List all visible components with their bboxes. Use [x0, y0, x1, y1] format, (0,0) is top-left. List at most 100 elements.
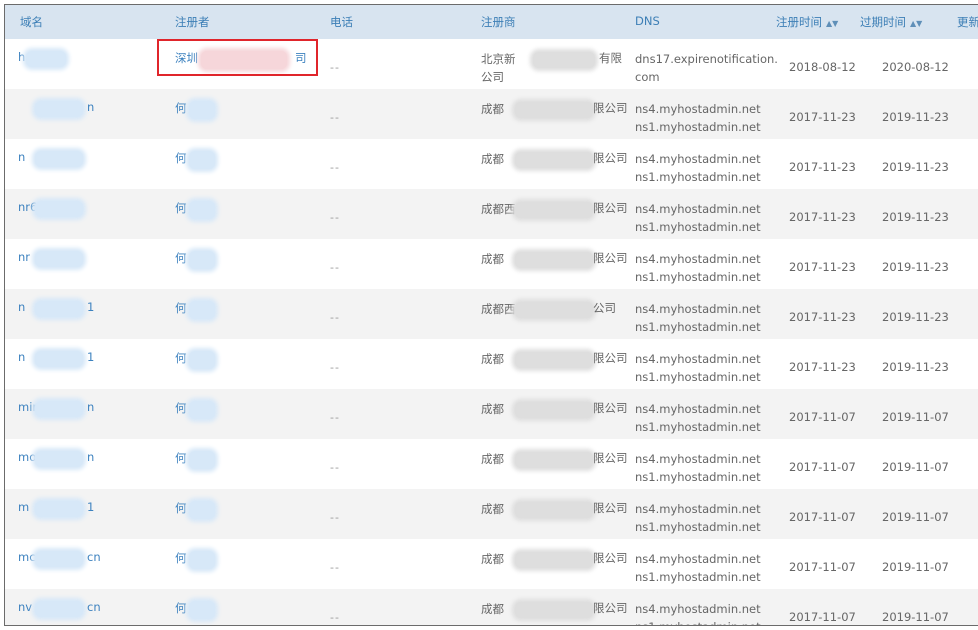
- registrant-link[interactable]: 何: [175, 200, 187, 216]
- registration-date: 2017-11-23: [789, 260, 856, 274]
- domain-link[interactable]: n: [18, 350, 25, 364]
- blur-mask: [35, 351, 83, 367]
- registrar-tail: 公司: [593, 301, 616, 315]
- table-header: 域名 注册者 电话 注册商 DNS 注册时间 ▲▼ 过期时间 ▲▼ 更新: [5, 5, 978, 39]
- registrant-link[interactable]: 何: [175, 100, 187, 116]
- domain-link[interactable]: mc: [18, 550, 36, 564]
- domain-tail[interactable]: 1: [87, 300, 94, 314]
- registration-date: 2017-11-23: [789, 210, 856, 224]
- domain-link[interactable]: nv: [18, 600, 32, 614]
- registrar-value: 成都西: [481, 302, 516, 316]
- blur-mask: [515, 552, 593, 568]
- domain-link[interactable]: n: [18, 300, 25, 314]
- domain-link[interactable]: mo: [18, 450, 36, 464]
- domain-tail[interactable]: 1: [87, 350, 94, 364]
- registrar-value: 成都: [481, 102, 504, 116]
- blur-mask: [189, 151, 215, 169]
- registrant-link[interactable]: 何: [175, 550, 187, 566]
- blur-mask: [35, 201, 83, 217]
- column-header-exp-time[interactable]: 过期时间 ▲▼: [860, 14, 922, 30]
- registrant-link[interactable]: 何: [175, 450, 187, 466]
- column-header-more[interactable]: 更新: [957, 14, 978, 30]
- registrant-link[interactable]: 何: [175, 350, 187, 366]
- registrar-tail: 限公司: [593, 551, 628, 565]
- registrar-tail: 限公司: [593, 601, 628, 615]
- phone-value: --: [330, 411, 340, 424]
- domain-link[interactable]: n: [18, 150, 25, 164]
- blur-mask: [515, 152, 593, 168]
- registrar-value: 成都: [481, 502, 504, 516]
- registrant-link[interactable]: 何: [175, 300, 187, 316]
- expiration-date: 2019-11-07: [882, 510, 949, 524]
- domain-tail[interactable]: n: [87, 100, 94, 114]
- column-header-phone[interactable]: 电话: [330, 14, 353, 30]
- domain-tail[interactable]: cn: [87, 600, 101, 614]
- column-header-dns[interactable]: DNS: [635, 14, 660, 28]
- phone-value: --: [330, 511, 340, 524]
- table-row[interactable]: mo n 何 -- 成都 限公司 ns4.myhostadmin.net ns1.myhost…: [5, 439, 978, 489]
- table-row[interactable]: nr6 何 -- 成都西 限公司 ns4.myhostadmin.net ns1.myhos…: [5, 189, 978, 239]
- table-row[interactable]: n 1 何 -- 成都西 公司 ns4.myhostadmin.net ns1.myhosta…: [5, 289, 978, 339]
- blur-mask: [35, 401, 83, 417]
- registration-date: 2017-11-07: [789, 510, 856, 524]
- domain-tail[interactable]: n: [87, 400, 94, 414]
- registrant-link[interactable]: 何: [175, 500, 187, 516]
- registrant-link[interactable]: 何: [175, 600, 187, 616]
- registrant-link[interactable]: 何: [175, 250, 187, 266]
- blur-mask: [35, 501, 83, 517]
- table-row[interactable]: n 1 何 -- 成都 限公司 ns4.myhostadmin.net ns1.myhosta…: [5, 339, 978, 389]
- highlight-box: [157, 39, 318, 76]
- blur-mask: [515, 252, 593, 268]
- domain-link[interactable]: m: [18, 500, 29, 514]
- table-row[interactable]: n 何 -- 成都 限公司 ns4.myhostadmin.net ns1.myhostad…: [5, 139, 978, 189]
- dns-value: ns4.myhostadmin.netns1.myhostadmin.net: [635, 302, 761, 334]
- table-row[interactable]: nv cn 何 -- 成都 限公司 ns4.myhostadmin.netns1.myhos…: [5, 589, 978, 625]
- registrar-tail: 限公司: [593, 101, 628, 115]
- dns-value: ns4.myhostadmin.netns1.myhostadmin.net: [635, 402, 761, 434]
- phone-value: --: [330, 311, 340, 324]
- domain-link[interactable]: h: [18, 50, 25, 64]
- blur-mask: [515, 302, 593, 318]
- registration-date: 2017-11-07: [789, 610, 856, 624]
- blur-mask: [35, 151, 83, 167]
- registrant-link[interactable]: 何: [175, 150, 187, 166]
- table-row[interactable]: h 深圳司 -- 北京新 公司 有限 dns17.expirenotification. co…: [5, 39, 978, 89]
- blur-mask: [515, 352, 593, 368]
- domain-tail[interactable]: 1: [87, 500, 94, 514]
- phone-value: --: [330, 461, 340, 474]
- registrar-value: 成都: [481, 552, 504, 566]
- table-row[interactable]: m 1 何 -- 成都 限公司 ns4.myhostadmin.net ns1.myhosta…: [5, 489, 978, 539]
- blur-mask: [515, 502, 593, 518]
- sort-icon[interactable]: ▲▼: [826, 19, 838, 28]
- blur-mask: [515, 202, 593, 218]
- table-row[interactable]: mir n 何 -- 成都 限公司 ns4.myhostadmin.net ns1.myhos…: [5, 389, 978, 439]
- table-row[interactable]: nr 何 -- 成都 限公司 ns4.myhostadmin.net ns1.myhosta…: [5, 239, 978, 289]
- expiration-date: 2019-11-07: [882, 610, 949, 624]
- blur-mask: [26, 51, 66, 67]
- column-header-domain[interactable]: 域名: [20, 14, 43, 30]
- whois-results-table: 域名 注册者 电话 注册商 DNS 注册时间 ▲▼ 过期时间 ▲▼ 更新 h 深圳司 -…: [4, 4, 978, 626]
- column-header-registrant[interactable]: 注册者: [175, 14, 210, 30]
- table-row[interactable]: mc cn 何 -- 成都 限公司 ns4.myhostadmin.net ns1.myhos…: [5, 539, 978, 589]
- registration-date: 2018-08-12: [789, 60, 856, 74]
- expiration-date: 2019-11-23: [882, 110, 949, 124]
- domain-link[interactable]: nr: [18, 250, 30, 264]
- column-header-reg-time[interactable]: 注册时间 ▲▼: [776, 14, 838, 30]
- phone-value: --: [330, 361, 340, 374]
- registration-date: 2017-11-23: [789, 310, 856, 324]
- dns-value: ns4.myhostadmin.netns1.myhostadmin.net: [635, 452, 761, 484]
- blur-mask: [189, 451, 215, 469]
- column-header-registrar[interactable]: 注册商: [481, 14, 516, 30]
- table-row[interactable]: n 何 -- 成都 限公司 ns4.myhostadmin.net ns1.myhostad…: [5, 89, 978, 139]
- domain-tail[interactable]: n: [87, 450, 94, 464]
- registrant-link[interactable]: 何: [175, 400, 187, 416]
- blur-mask: [515, 402, 593, 418]
- domain-tail[interactable]: cn: [87, 550, 101, 564]
- blur-mask: [189, 501, 215, 519]
- sort-icon[interactable]: ▲▼: [910, 19, 922, 28]
- registration-date: 2017-11-23: [789, 360, 856, 374]
- blur-mask: [533, 52, 595, 68]
- expiration-date: 2019-11-23: [882, 260, 949, 274]
- phone-value: --: [330, 61, 340, 74]
- registrar-tail: 限公司: [593, 151, 628, 165]
